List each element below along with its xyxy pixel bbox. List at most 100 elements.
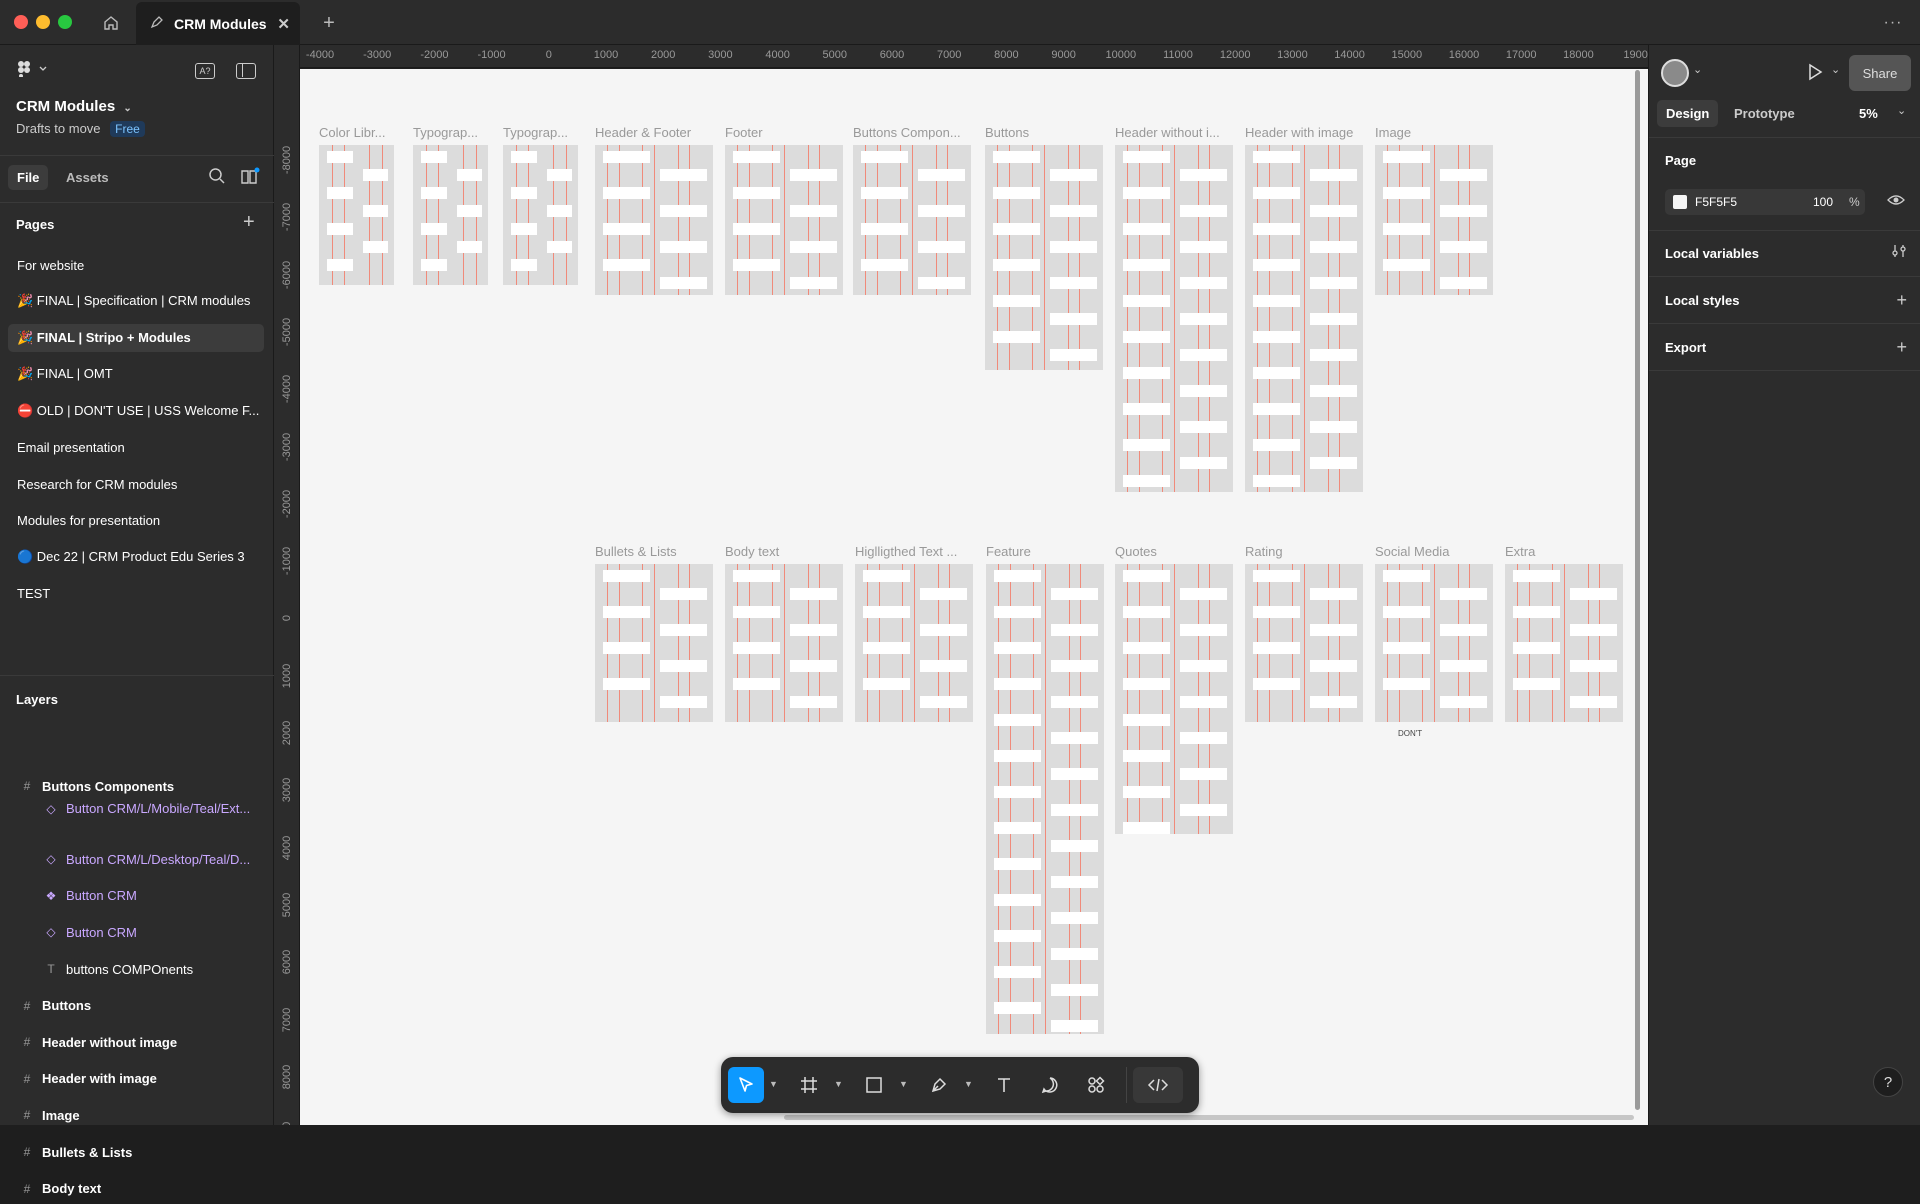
frame-label[interactable]: Buttons	[985, 125, 1029, 140]
chevron-down-icon[interactable]: ▼	[769, 1079, 778, 1089]
page-item[interactable]: 🎉 FINAL | OMT	[8, 360, 264, 388]
page-item[interactable]: Modules for presentation	[8, 506, 264, 534]
canvas-frame[interactable]	[319, 145, 394, 285]
layer-row[interactable]: ◇ Button CRM/L/Desktop/Teal/D...	[0, 844, 274, 874]
rectangle-tool-icon[interactable]	[856, 1067, 892, 1103]
close-tab-icon[interactable]: ✕	[277, 15, 290, 33]
color-swatch[interactable]	[1673, 195, 1687, 209]
frame-label[interactable]: Image	[1375, 125, 1411, 140]
page-item[interactable]: ⛔ OLD | DON'T USE | USS Welcome F...	[8, 397, 264, 425]
canvas-frame[interactable]	[1245, 145, 1363, 492]
layer-row[interactable]: Tbuttons COMPOnents	[0, 954, 274, 984]
chevron-down-icon[interactable]: ⌄	[1831, 63, 1840, 76]
local-styles-section[interactable]: Local styles +	[1649, 278, 1920, 324]
ai-tools-icon[interactable]: A?	[195, 63, 215, 79]
canvas-frame[interactable]	[855, 564, 973, 722]
home-icon[interactable]	[98, 10, 124, 36]
comment-tool-icon[interactable]	[1032, 1067, 1068, 1103]
canvas-frame[interactable]	[595, 564, 713, 722]
page-color-hex[interactable]: F5F5F5	[1695, 195, 1737, 209]
canvas-frame[interactable]	[1375, 145, 1493, 295]
frame-label[interactable]: Feature	[986, 544, 1031, 559]
pen-tool-icon[interactable]	[921, 1067, 957, 1103]
variables-settings-icon[interactable]	[1891, 243, 1907, 264]
search-icon[interactable]	[208, 167, 226, 190]
frame-label[interactable]: Header & Footer	[595, 125, 691, 140]
page-item[interactable]: Research for CRM modules	[8, 470, 264, 498]
chevron-down-icon[interactable]: ⌄	[1897, 104, 1906, 117]
canvas-frame[interactable]	[1375, 564, 1493, 722]
present-play-icon[interactable]	[1807, 63, 1823, 86]
tab-design[interactable]: Design	[1657, 100, 1719, 127]
move-tool-icon[interactable]	[728, 1067, 764, 1103]
file-name[interactable]: CRM Modules ⌄	[16, 98, 132, 115]
library-icon[interactable]	[240, 167, 260, 190]
tab-crm-modules[interactable]: CRM Modules ✕	[136, 2, 300, 45]
frame-label[interactable]: Typograp...	[503, 125, 568, 140]
new-tab-icon[interactable]: +	[316, 10, 342, 36]
page-item-selected[interactable]: 🎉 FINAL | Stripo + Modules	[8, 324, 264, 352]
ruler-vertical[interactable]: -8000 -7000 -6000 -5000 -4000 -3000 -2000 -1000…	[274, 45, 300, 1125]
local-variables-section[interactable]: Local variables	[1649, 231, 1920, 277]
canvas-frame[interactable]	[1505, 564, 1623, 722]
tab-file[interactable]: File	[8, 165, 49, 190]
main-menu-icon[interactable]	[16, 61, 50, 82]
layer-row[interactable]: ◇ Button CRM	[0, 917, 274, 947]
frame-label[interactable]: Bullets & Lists	[595, 544, 677, 559]
avatar[interactable]	[1661, 59, 1689, 87]
chevron-down-icon[interactable]: ▼	[834, 1079, 843, 1089]
add-style-icon[interactable]: +	[1896, 290, 1907, 311]
frame-label[interactable]: Typograp...	[413, 125, 478, 140]
maximize-window-button[interactable]	[58, 15, 72, 29]
canvas-frame[interactable]	[1115, 564, 1233, 834]
layer-row[interactable]: # Image	[0, 1100, 274, 1130]
frame-label[interactable]: Buttons Compon...	[853, 125, 961, 140]
share-button[interactable]: Share	[1849, 55, 1911, 91]
frame-label[interactable]: Header without i...	[1115, 125, 1220, 140]
canvas-frame[interactable]	[1115, 145, 1233, 492]
frame-label[interactable]: Quotes	[1115, 544, 1157, 559]
canvas-frame[interactable]	[985, 145, 1103, 370]
chevron-down-icon[interactable]: ⌄	[1693, 63, 1702, 76]
frame-label[interactable]: Color Libr...	[319, 125, 385, 140]
tab-assets[interactable]: Assets	[66, 170, 109, 185]
layer-row[interactable]: # Body text	[0, 1174, 274, 1204]
frame-tool-icon[interactable]	[791, 1067, 827, 1103]
page-item[interactable]: Email presentation	[8, 433, 264, 461]
frame-label[interactable]: Header with image	[1245, 125, 1353, 140]
export-section[interactable]: Export +	[1649, 325, 1920, 371]
more-options-icon[interactable]: ···	[1880, 10, 1906, 36]
frame-label[interactable]: Footer	[725, 125, 763, 140]
add-export-icon[interactable]: +	[1896, 337, 1907, 358]
close-window-button[interactable]	[14, 15, 28, 29]
add-page-icon[interactable]: +	[243, 211, 255, 234]
design-canvas[interactable]: Color Libr... Typograp... Typograp... Heade…	[300, 69, 1648, 1125]
canvas-frame[interactable]	[413, 145, 488, 285]
canvas-horizontal-scrollbar[interactable]	[784, 1115, 1634, 1120]
frame-label[interactable]: Rating	[1245, 544, 1283, 559]
canvas-frame[interactable]	[853, 145, 971, 295]
canvas-frame[interactable]	[1245, 564, 1363, 722]
layer-row[interactable]: ❖ Button CRM	[0, 881, 274, 911]
zoom-level[interactable]: 5%	[1859, 106, 1878, 121]
frame-label[interactable]: Body text	[725, 544, 779, 559]
ruler-horizontal[interactable]: -4000 -3000 -2000 -1000 0 1000 2000 3000 4000 500…	[300, 45, 1648, 68]
minimize-window-button[interactable]	[36, 15, 50, 29]
canvas-frame[interactable]	[595, 145, 713, 295]
frame-label[interactable]: Social Media	[1375, 544, 1449, 559]
layer-row[interactable]: ◇ Button CRM/L/Mobile/Teal/Ext...	[0, 800, 274, 818]
frame-label[interactable]: Extra	[1505, 544, 1535, 559]
actions-tool-icon[interactable]	[1078, 1067, 1114, 1103]
chevron-down-icon[interactable]: ▼	[964, 1079, 973, 1089]
eye-icon[interactable]	[1887, 193, 1905, 212]
layer-row[interactable]: # Bullets & Lists	[0, 1137, 274, 1167]
canvas-frame[interactable]	[725, 145, 843, 295]
layer-row[interactable]: # Header with image	[0, 1064, 274, 1094]
canvas-vertical-scrollbar[interactable]	[1635, 70, 1640, 1110]
page-item[interactable]: 🎉 FINAL | Specification | CRM modules	[8, 287, 264, 315]
layer-row[interactable]: # Header without image	[0, 1027, 274, 1057]
tab-prototype[interactable]: Prototype	[1734, 106, 1795, 121]
text-tool-icon[interactable]	[986, 1067, 1022, 1103]
layer-row[interactable]: # Buttons	[0, 991, 274, 1021]
canvas-frame[interactable]	[986, 564, 1104, 1034]
